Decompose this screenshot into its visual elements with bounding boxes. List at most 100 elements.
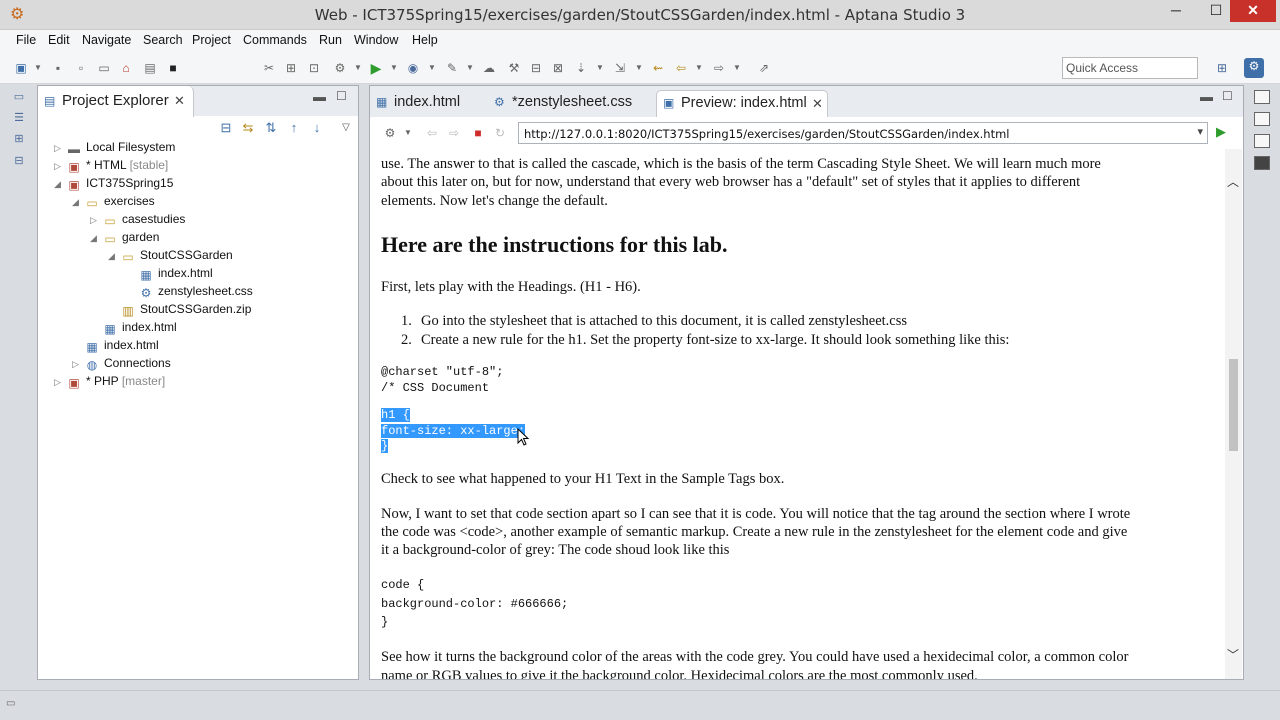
terminal-view-icon[interactable] <box>1254 156 1270 170</box>
tree-item[interactable]: ◢ ▭ StoutCSSGarden <box>108 246 233 264</box>
tree-item[interactable]: ▷ ◍ Connections <box>72 354 171 372</box>
tree-item[interactable]: ▦ index.html <box>72 336 158 354</box>
open-perspective-icon[interactable]: ⊞ <box>1214 60 1230 76</box>
back-icon[interactable]: ⇦ <box>673 60 689 76</box>
pen-dropdown-icon[interactable]: ▼ <box>462 60 478 76</box>
save-icon[interactable]: ▪ <box>50 60 66 76</box>
browser-settings-icon[interactable]: ⚙ <box>382 125 398 141</box>
debug-dropdown-icon[interactable]: ▼ <box>424 60 440 76</box>
tree-item[interactable]: ▷ ▬ Local Filesystem <box>54 138 175 156</box>
save-all-icon[interactable]: ▫ <box>73 60 89 76</box>
web-perspective-icon[interactable]: ⚙ <box>1244 58 1264 78</box>
tree-item[interactable]: ▦ index.html <box>126 264 212 282</box>
down-arrow-icon[interactable]: ↓ <box>309 120 325 136</box>
close-button[interactable]: ✕ <box>1230 0 1276 22</box>
tools-icon[interactable]: ✂ <box>261 60 277 76</box>
outline-icon[interactable]: ☰ <box>11 110 27 126</box>
back-dropdown-icon[interactable]: ▼ <box>691 60 707 76</box>
expanded-twisty-icon[interactable]: ◢ <box>90 229 102 247</box>
debug-icon[interactable]: ◉ <box>405 60 421 76</box>
stop-icon[interactable]: ■ <box>470 125 486 141</box>
tree-item[interactable]: ▷ ▣ * HTML [stable] <box>54 156 168 174</box>
tree-item[interactable]: ◢ ▭ garden <box>90 228 159 246</box>
menu-search[interactable]: Search <box>143 33 183 47</box>
collapsed-twisty-icon[interactable]: ▷ <box>90 211 102 229</box>
restore-icon[interactable] <box>1254 90 1270 104</box>
maximize-button[interactable]: ☐ <box>1201 0 1231 22</box>
last-edit-icon[interactable]: ⇜ <box>650 60 666 76</box>
wrench-icon[interactable]: ⚒ <box>506 60 522 76</box>
scroll-up-icon[interactable]: ︿ <box>1227 173 1239 190</box>
next-annotation-icon[interactable]: ⇲ <box>612 60 628 76</box>
forward-icon[interactable]: ⇨ <box>711 60 727 76</box>
tab-preview-index-html[interactable]: ▣ Preview: index.html ✕ <box>656 90 828 117</box>
console-view-icon[interactable] <box>1254 112 1270 126</box>
tab-index-html[interactable]: ▦ index.html <box>370 90 488 117</box>
view-menu-icon[interactable]: ▽ <box>338 120 354 136</box>
expanded-twisty-icon[interactable]: ◢ <box>72 193 84 211</box>
menu-edit[interactable]: Edit <box>48 33 70 47</box>
block-icon[interactable]: ⊠ <box>550 60 566 76</box>
maximize-view-icon[interactable]: ☐ <box>336 89 347 103</box>
maximize-editor-icon[interactable]: ☐ <box>1222 89 1233 103</box>
menu-commands[interactable]: Commands <box>243 33 307 47</box>
tree-item[interactable]: ◢ ▣ ICT375Spring15 <box>54 174 173 192</box>
menu-run[interactable]: Run <box>319 33 342 47</box>
home-icon[interactable]: ⌂ <box>118 60 134 76</box>
pen-icon[interactable]: ✎ <box>444 60 460 76</box>
settings-icon[interactable]: ⚙ <box>332 60 348 76</box>
close-icon[interactable]: ✕ <box>174 93 185 109</box>
scrollbar-thumb[interactable] <box>1229 359 1238 451</box>
url-dropdown-icon[interactable]: ▾ <box>1197 125 1203 138</box>
annotation-dropdown-icon[interactable]: ▼ <box>592 60 608 76</box>
menu-file[interactable]: File <box>16 33 36 47</box>
tree-item[interactable]: ▷ ▭ casestudies <box>90 210 185 228</box>
collapsed-twisty-icon[interactable]: ▷ <box>54 373 66 391</box>
new-dropdown-icon[interactable]: ▼ <box>30 60 46 76</box>
collapsed-twisty-icon[interactable]: ▷ <box>54 157 66 175</box>
cloud-icon[interactable]: ☁ <box>481 60 497 76</box>
collapse-all-icon[interactable]: ⊟ <box>218 120 234 136</box>
refresh-icon[interactable]: ↻ <box>492 125 508 141</box>
browser-settings-dropdown-icon[interactable]: ▼ <box>400 125 416 141</box>
tree-item[interactable]: ◢ ▭ exercises <box>72 192 155 210</box>
problems-view-icon[interactable] <box>1254 134 1270 148</box>
preview-scrollbar[interactable]: ︿ ﹀ <box>1225 149 1242 679</box>
tree-item[interactable]: ▥ StoutCSSGarden.zip <box>108 300 251 318</box>
back-icon[interactable]: ⇦ <box>424 125 440 141</box>
paste-icon[interactable]: ⊡ <box>306 60 322 76</box>
annotation-icon[interactable]: ⇣ <box>573 60 589 76</box>
up-arrow-icon[interactable]: ↑ <box>286 120 302 136</box>
format-icon[interactable]: ⊟ <box>528 60 544 76</box>
forward-icon[interactable]: ⇨ <box>446 125 462 141</box>
package-icon[interactable]: ⊞ <box>283 60 299 76</box>
fast-view-icon[interactable]: ▭ <box>6 698 22 714</box>
minimize-button[interactable]: ─ <box>1161 0 1191 22</box>
menu-navigate[interactable]: Navigate <box>82 33 131 47</box>
menu-help[interactable]: Help <box>412 33 438 47</box>
minimize-editor-icon[interactable]: ▬ <box>1200 89 1213 104</box>
go-icon[interactable]: ▶ <box>1216 124 1226 140</box>
pin-editor-icon[interactable]: ⇗ <box>756 60 772 76</box>
scroll-down-icon[interactable]: ﹀ <box>1227 646 1239 663</box>
run-icon[interactable]: ▶ <box>368 60 384 76</box>
print-icon[interactable]: ▭ <box>96 60 112 76</box>
minimize-view-icon[interactable]: ▬ <box>313 89 326 104</box>
collapsed-twisty-icon[interactable]: ▷ <box>54 139 66 157</box>
settings-dropdown-icon[interactable]: ▼ <box>350 60 366 76</box>
console-icon[interactable]: ■ <box>165 60 181 76</box>
next-annotation-dropdown-icon[interactable]: ▼ <box>631 60 647 76</box>
expanded-twisty-icon[interactable]: ◢ <box>54 175 66 193</box>
menu-project[interactable]: Project <box>192 33 231 47</box>
link-editor-icon[interactable]: ⇆ <box>240 120 256 136</box>
tree-item[interactable]: ⚙ zenstylesheet.css <box>126 282 253 300</box>
quick-access-field[interactable]: Quick Access <box>1062 57 1198 79</box>
new-icon[interactable]: ▣ <box>13 60 29 76</box>
app-explorer-icon[interactable]: ⊞ <box>11 131 27 147</box>
expanded-twisty-icon[interactable]: ◢ <box>108 247 120 265</box>
sort-icon[interactable]: ⇅ <box>263 120 279 136</box>
close-icon[interactable]: ✕ <box>812 96 823 112</box>
forward-dropdown-icon[interactable]: ▼ <box>729 60 745 76</box>
tree-item[interactable]: ▦ index.html <box>90 318 176 336</box>
restore-icon[interactable]: ▭ <box>11 89 27 105</box>
